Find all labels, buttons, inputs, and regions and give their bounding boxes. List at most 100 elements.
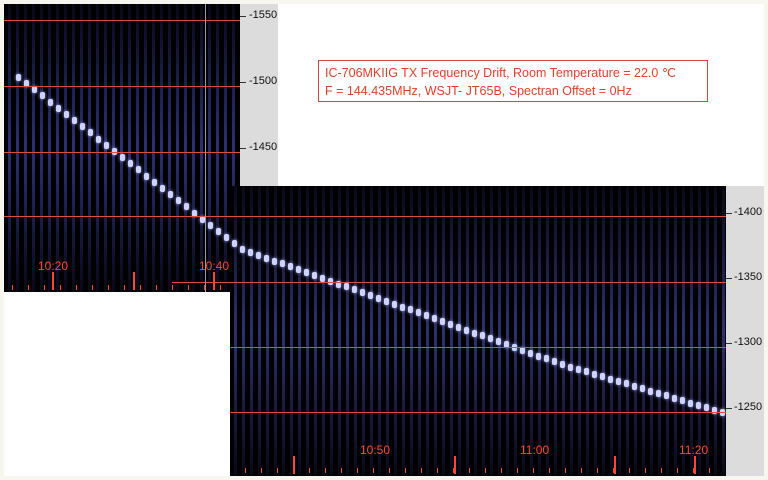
signal-blob bbox=[704, 404, 709, 412]
signal-blob bbox=[360, 289, 365, 297]
waterfall-streak bbox=[274, 186, 277, 476]
signal-blob bbox=[560, 361, 565, 369]
time-minor-tick bbox=[341, 468, 342, 473]
grid-line bbox=[230, 412, 726, 413]
signal-blob bbox=[144, 172, 149, 180]
waterfall-streak bbox=[522, 186, 525, 476]
signal-blob bbox=[368, 292, 373, 300]
waterfall-streak bbox=[64, 4, 67, 292]
time-minor-tick bbox=[597, 468, 598, 473]
axis-tick-label: -1450 bbox=[249, 141, 278, 153]
time-minor-tick bbox=[389, 468, 390, 473]
cursor-marker bbox=[205, 4, 206, 292]
waterfall-streak bbox=[168, 4, 171, 292]
signal-blob bbox=[624, 380, 629, 388]
time-minor-tick bbox=[140, 285, 141, 290]
time-tick bbox=[454, 456, 456, 474]
waterfall-streak bbox=[442, 186, 445, 476]
signal-blob bbox=[440, 318, 445, 325]
waterfall-panel-right bbox=[230, 186, 726, 476]
waterfall-streak bbox=[96, 4, 99, 292]
waterfall-streak bbox=[722, 186, 725, 476]
waterfall-streak bbox=[586, 186, 589, 476]
signal-blob bbox=[384, 297, 389, 305]
time-minor-tick bbox=[533, 468, 534, 473]
signal-blob bbox=[400, 303, 405, 311]
waterfall-streak bbox=[160, 4, 163, 292]
time-minor-tick bbox=[565, 468, 566, 473]
waterfall-streak bbox=[426, 186, 429, 476]
time-minor-tick bbox=[156, 285, 157, 290]
waterfall-streak bbox=[346, 186, 349, 476]
signal-blob bbox=[600, 373, 605, 381]
signal-blob bbox=[40, 92, 45, 100]
time-minor-tick bbox=[12, 285, 13, 290]
time-minor-tick bbox=[613, 468, 614, 473]
time-minor-tick bbox=[220, 285, 221, 290]
waterfall-streak bbox=[298, 186, 301, 476]
time-label: 11:00 bbox=[520, 443, 550, 457]
waterfall-streak bbox=[594, 186, 597, 476]
waterfall-streak bbox=[56, 4, 59, 292]
waterfall-streak bbox=[330, 186, 333, 476]
signal-blob bbox=[688, 399, 693, 407]
waterfall-streak bbox=[418, 186, 421, 476]
waterfall-streak bbox=[176, 4, 179, 292]
waterfall-streak bbox=[290, 186, 293, 476]
waterfall-streak bbox=[610, 186, 613, 476]
waterfall-streak bbox=[450, 186, 453, 476]
axis-tick-mark bbox=[240, 82, 246, 83]
signal-blob bbox=[56, 104, 61, 112]
signal-blob bbox=[232, 240, 237, 248]
waterfall-streak bbox=[642, 186, 645, 476]
time-minor-tick bbox=[677, 468, 678, 473]
waterfall-streak bbox=[506, 186, 509, 476]
waterfall-streak bbox=[258, 186, 261, 476]
signal-blob bbox=[304, 269, 309, 277]
signal-blob bbox=[296, 266, 301, 274]
axis-tick-mark bbox=[726, 278, 732, 279]
signal-blob bbox=[488, 335, 493, 343]
signal-blob bbox=[528, 349, 533, 357]
waterfall-streak bbox=[136, 4, 139, 292]
waterfall-streak bbox=[216, 4, 219, 292]
time-minor-tick bbox=[245, 468, 246, 473]
waterfall-streak bbox=[152, 4, 155, 292]
time-minor-tick bbox=[581, 468, 582, 473]
waterfall-streak bbox=[714, 186, 717, 476]
waterfall-streak bbox=[482, 186, 485, 476]
signal-blob bbox=[608, 375, 613, 383]
waterfall-streak bbox=[458, 186, 461, 476]
signal-blob bbox=[184, 203, 189, 211]
signal-blob bbox=[672, 394, 677, 402]
waterfall-streak bbox=[234, 186, 237, 476]
waterfall-streak bbox=[24, 4, 27, 292]
waterfall-streak bbox=[250, 186, 253, 476]
signal-blob bbox=[584, 368, 589, 376]
time-minor-tick bbox=[485, 468, 486, 473]
time-label: 11:20 bbox=[679, 443, 709, 457]
time-minor-tick bbox=[92, 285, 93, 290]
waterfall-streak bbox=[282, 186, 285, 476]
waterfall-streak bbox=[554, 186, 557, 476]
signal-blob bbox=[64, 110, 69, 118]
signal-blob bbox=[208, 221, 213, 229]
waterfall-streak bbox=[698, 186, 701, 476]
time-tick bbox=[694, 456, 696, 474]
signal-blob bbox=[160, 184, 165, 192]
time-minor-tick bbox=[661, 468, 662, 473]
signal-blob bbox=[568, 363, 573, 371]
waterfall-streak bbox=[120, 4, 123, 292]
time-minor-tick bbox=[172, 285, 173, 290]
signal-blob bbox=[432, 315, 437, 323]
waterfall-streak bbox=[626, 186, 629, 476]
waterfall-streak bbox=[386, 186, 389, 476]
waterfall-streak bbox=[88, 4, 91, 292]
waterfall-streak bbox=[362, 186, 365, 476]
waterfall-streak bbox=[370, 186, 373, 476]
waterfall-streak bbox=[634, 186, 637, 476]
signal-blob bbox=[416, 309, 421, 317]
signal-blob bbox=[176, 197, 181, 205]
signal-blob bbox=[616, 378, 621, 385]
info-line-1: IC-706MKIIG TX Frequency Drift, Room Tem… bbox=[325, 66, 676, 80]
